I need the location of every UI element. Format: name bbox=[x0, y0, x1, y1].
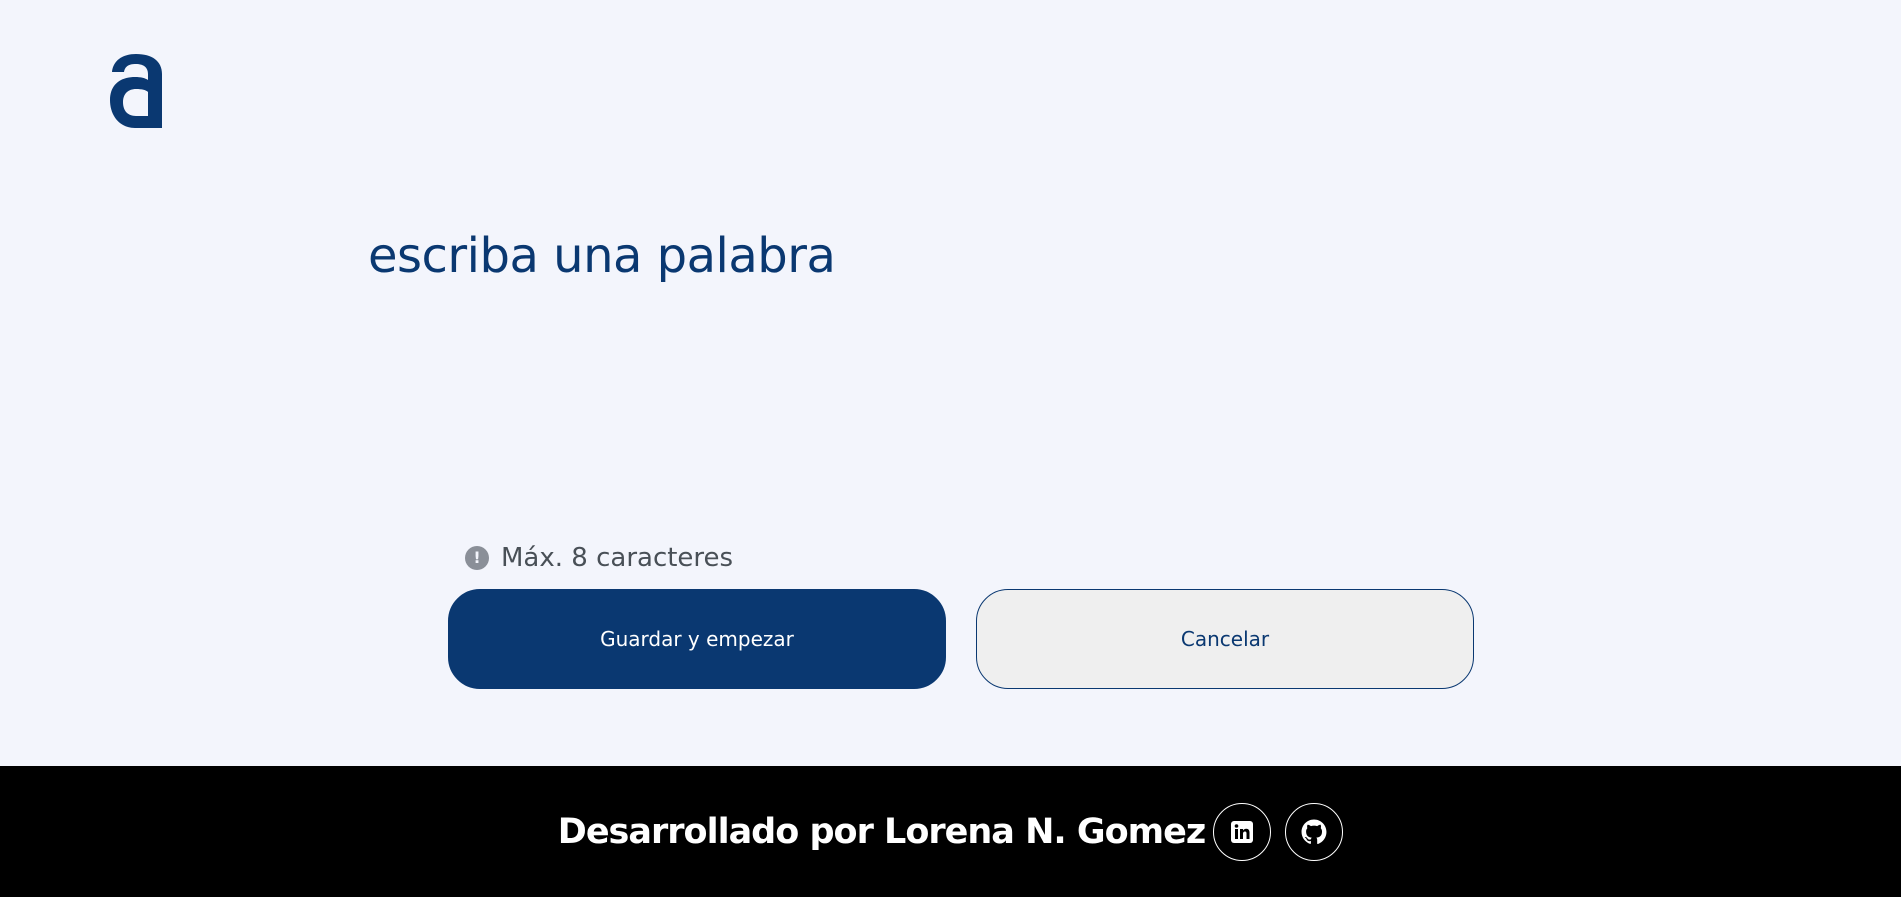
character-limit-hint: ! Máx. 8 caracteres bbox=[465, 540, 733, 576]
hint-text: Máx. 8 caracteres bbox=[501, 543, 734, 573]
footer: Desarrollado por Lorena N. Gomez bbox=[0, 766, 1901, 897]
linkedin-icon bbox=[1231, 820, 1254, 843]
save-and-start-button[interactable]: Guardar y empezar bbox=[448, 589, 946, 689]
github-icon bbox=[1301, 819, 1327, 844]
page: ! Máx. 8 caracteres Guardar y empezar Ca… bbox=[0, 0, 1901, 897]
linkedin-link[interactable] bbox=[1213, 802, 1272, 861]
word-input[interactable] bbox=[368, 220, 1528, 520]
logo-icon bbox=[110, 54, 162, 128]
footer-credit: Desarrollado por Lorena N. Gomez bbox=[557, 811, 1206, 852]
exclamation-circle-icon: ! bbox=[465, 546, 489, 570]
cancel-button[interactable]: Cancelar bbox=[976, 589, 1474, 689]
github-link[interactable] bbox=[1285, 802, 1344, 861]
